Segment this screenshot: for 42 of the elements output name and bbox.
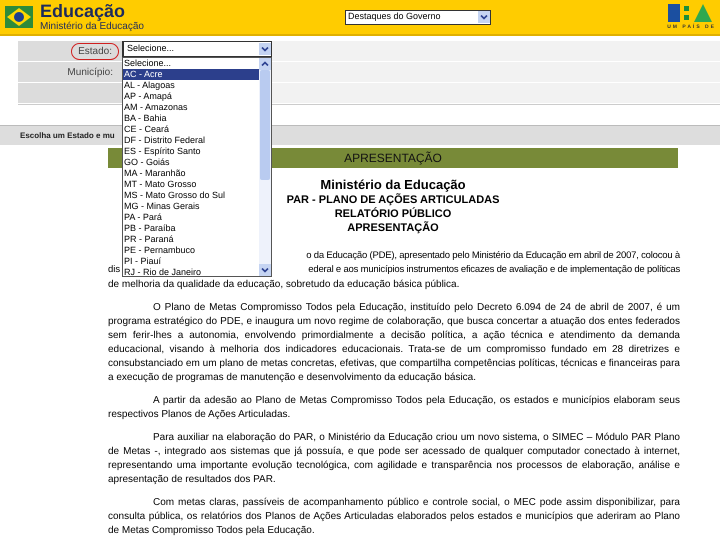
dropdown-option[interactable]: CE - Ceará xyxy=(123,124,259,135)
dropdown-option[interactable]: PB - Paraíba xyxy=(123,223,259,234)
dropdown-option[interactable]: BA - Bahia xyxy=(123,113,259,124)
dropdown-option[interactable]: RJ - Rio de Janeiro xyxy=(123,267,259,278)
dropdown-option[interactable]: PI - Piauí xyxy=(123,256,259,267)
scroll-up-icon[interactable] xyxy=(259,58,271,70)
paragraph-line: ederal e aos municípios instrumentos eficazes de avaliação e de implementação de políticas xyxy=(308,263,680,277)
body-paragraph: Com metas claras, passíveis de acompanhamento público e controle social, o MEC pode assim disponibilizar, para consulta pública, os relatórios dos Planos de Ações Articuladas elaborados pelos estados e municípios que aderiram ao Plano de Metas Compromisso Todos pela Educação. xyxy=(108,496,680,538)
dropdown-option[interactable]: AC - Acre xyxy=(123,69,259,80)
scroll-down-icon[interactable] xyxy=(259,264,271,276)
dropdown-option[interactable]: AL - Alagoas xyxy=(123,80,259,91)
dropdown-option[interactable]: PE - Pernambuco xyxy=(123,245,259,256)
dropdown-option[interactable]: ES - Espírito Santo xyxy=(123,146,259,157)
report-heading: RELATÓRIO PÚBLICO xyxy=(334,207,452,221)
dropdown-option[interactable]: DF - Distrito Federal xyxy=(123,135,259,146)
dropdown-option[interactable]: MS - Mato Grosso do Sul xyxy=(123,190,259,201)
scrollbar-thumb[interactable] xyxy=(260,70,270,180)
field-label: Estado: xyxy=(71,42,119,60)
site-title: Educação xyxy=(40,2,126,20)
body-paragraph: A partir da adesão ao Plano de Metas Compromisso Todos pela Educação, os estados e municípios elaboram seus respectivos Planos de Ações Articuladas. xyxy=(108,394,680,422)
paragraph-line: de melhoria da qualidade da educação, sobretudo da educação básica pública. xyxy=(108,279,460,290)
dropdown-option[interactable]: MA - Maranhão xyxy=(123,168,259,179)
dropdown-option[interactable]: AM - Amazonas xyxy=(123,102,259,113)
site-subtitle: Ministério da Educação xyxy=(40,22,144,32)
dropdown-option[interactable]: Selecione... xyxy=(123,58,259,69)
body-paragraph: Para auxiliar na elaboração do PAR, o Ministério da Educação criou um novo sistema, o SIMEC – Módulo PAR Plano de Metas -, integrado aos sistemas que já possuía, e que pode ser acessado de qualquer computador conectado à internet, representando uma importante evolução tecnológica, com agilidade e transparência nos processos de elaboração, análise e apresentação de resultados dos PAR. xyxy=(108,431,680,487)
field-label: Município: xyxy=(66,66,114,80)
paragraph-line: dis xyxy=(108,263,120,277)
dropdown-option[interactable]: AP - Amapá xyxy=(123,91,259,102)
dropdown-option[interactable]: PR - Paraná xyxy=(123,234,259,245)
report-heading: APRESENTAÇÃO xyxy=(347,221,439,235)
dropdown-option[interactable]: GO - Goiás xyxy=(123,157,259,168)
body-paragraph: O Plano de Metas Compromisso Todos pela Educação, instituído pelo Decreto 6.094 de 24 de abril de 2007, é um programa estratégico do PDE, e inaugura um novo regime de colaboração, que busca concertar a atuação dos entes federados sem ferir-lhes a autonomia, envolvendo primordialmente a decisão política, a ação técnica e atendimento da demanda educacional, visando à melhoria dos indicadores educacionais. Trata-se de um compromisso fundado em 28 diretrizes e consubstanciado em um plano de metas concretas, efetivas, que compartilha competências políticas, técnicas e financeiras para a execução de programas de manutenção e desenvolvimento da educação básica. xyxy=(108,301,680,385)
paragraph-line: o da Educação (PDE), apresentado pelo Ministério da Educação em abril de 2007, colocou à xyxy=(306,249,680,263)
state-select[interactable]: Selecione... xyxy=(122,41,272,57)
dropdown-option[interactable]: MT - Mato Grosso xyxy=(123,179,259,190)
dropdown-option[interactable]: PA - Pará xyxy=(123,212,259,223)
report-heading: Ministério da Educação xyxy=(320,176,466,193)
report-heading: PAR - PLANO DE AÇÕES ARTICULADAS xyxy=(286,193,500,207)
section-bar-text: Escolha um Estado e mu xyxy=(20,130,115,142)
dropdown-option[interactable]: MG - Minas Gerais xyxy=(123,201,259,212)
highlights-select[interactable]: Destaques do Governo xyxy=(344,10,491,24)
